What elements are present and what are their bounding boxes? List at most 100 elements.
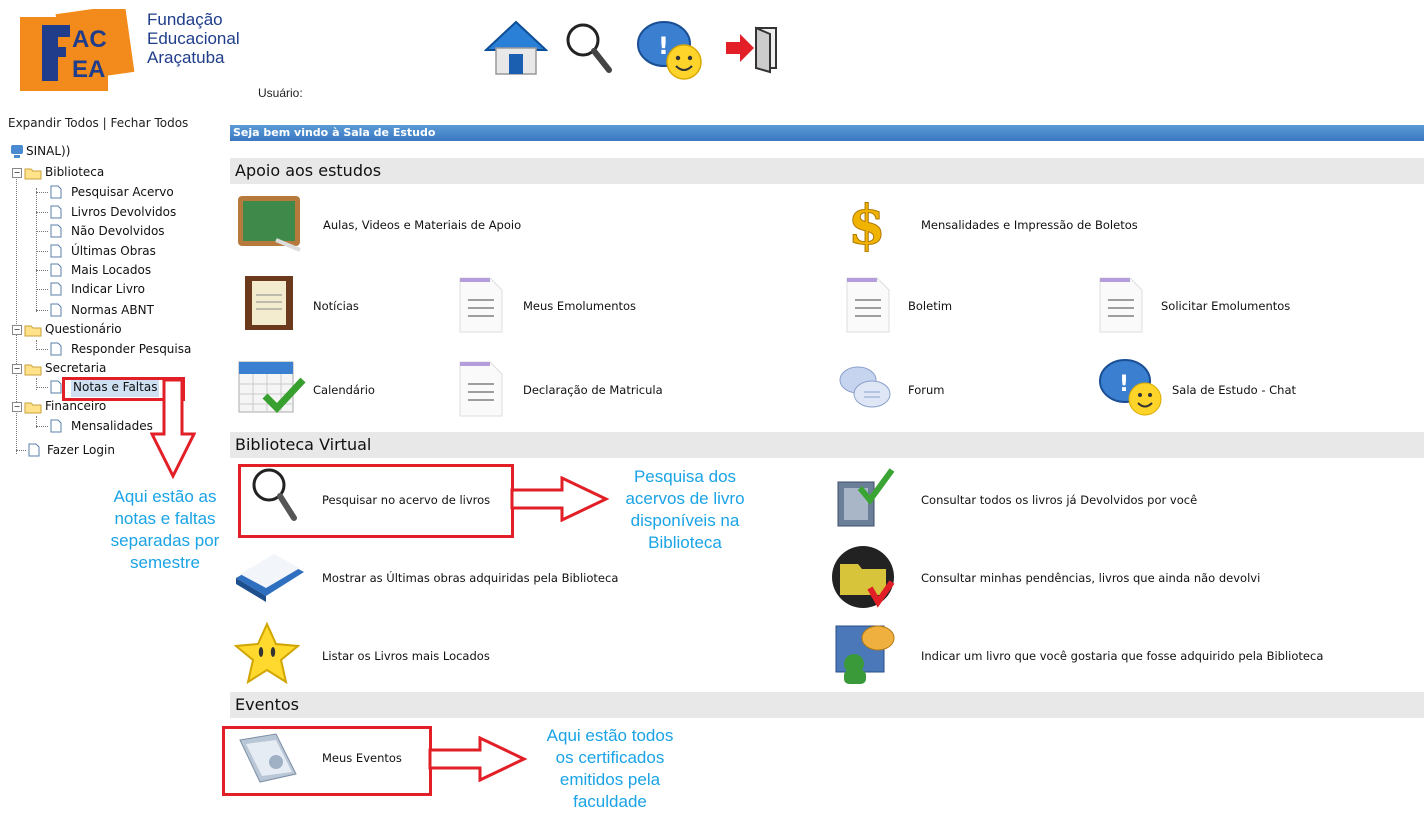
item-mais-locados-label[interactable]: Listar os Livros mais Locados (322, 649, 490, 663)
note-eventos: Aqui estão todos os certificados emitido… (525, 725, 695, 813)
page-icon (50, 224, 62, 238)
tree-controls: Expandir Todos | Fechar Todos (8, 116, 188, 130)
welcome-banner: Seja bem vindo à Sala de Estudo (230, 125, 1424, 141)
logout-icon[interactable] (722, 18, 782, 78)
folder-icon (24, 325, 42, 337)
tree-label-normas-abnt: Normas ABNT (71, 303, 154, 317)
computer-icon (11, 145, 23, 158)
note-notas-faltas: Aqui estão as notas e faltas separadas p… (90, 486, 240, 574)
logo-ac-text: AC (72, 26, 107, 53)
item-livros-devolvidos-label[interactable]: Consultar todos os livros já Devolvidos … (921, 493, 1197, 507)
search-icon[interactable] (563, 18, 613, 78)
note-notas-line-3: separadas por (110, 531, 220, 550)
item-mensalidades-label[interactable]: Mensalidades e Impressão de Boletos (921, 218, 1138, 232)
org-name-line-3: Araçatuba (147, 48, 225, 67)
tree-label-pesquisar-acervo: Pesquisar Acervo (71, 185, 174, 199)
tree-label-secretaria: Secretaria (45, 361, 107, 375)
close-all-link[interactable]: Fechar Todos (111, 116, 189, 130)
note-notas-line-2: notas e faltas (114, 509, 216, 528)
note-pesquisa-line-2: acervos de livro (625, 489, 745, 508)
tree-label-nao-devolvidos: Não Devolvidos (71, 224, 165, 238)
tree-label-mensalidades: Mensalidades (71, 419, 153, 433)
forum-icon[interactable] (836, 362, 894, 414)
user-label: Usuário: (258, 86, 303, 100)
dollar-icon[interactable]: $ (844, 193, 887, 258)
item-ultimas-obras-label[interactable]: Mostrar as Últimas obras adquiridas pela… (322, 571, 618, 585)
item-pendencias-label[interactable]: Consultar minhas pendências, livros que … (921, 571, 1260, 585)
page-icon (50, 185, 62, 199)
folder-icon (24, 402, 42, 414)
collapse-icon[interactable]: − (12, 402, 22, 412)
expand-all-link[interactable]: Expandir Todos (8, 116, 99, 130)
note-pesquisa-line-3: disponíveis na (630, 511, 740, 530)
document-icon[interactable] (458, 360, 504, 418)
chalkboard-icon[interactable] (236, 192, 304, 254)
calendar-icon[interactable] (237, 358, 307, 416)
item-forum-label[interactable]: Forum (908, 383, 944, 397)
page-icon (50, 380, 62, 394)
svg-text:$: $ (848, 194, 884, 252)
right-arrow (510, 475, 610, 526)
tree-label-indicar-livro: Indicar Livro (71, 282, 145, 296)
tree-root-label: SINAL)) (26, 144, 71, 158)
page-icon (50, 282, 62, 296)
item-solicitar-emolumentos-label[interactable]: Solicitar Emolumentos (1161, 299, 1290, 313)
item-indicar-livro-label[interactable]: Indicar um livro que você gostaria que f… (921, 649, 1323, 663)
org-name: Fundação Educacional Araçatuba (147, 10, 240, 67)
page-icon (28, 443, 40, 457)
page-icon (50, 244, 62, 258)
books-icon[interactable] (234, 548, 306, 604)
page-icon (50, 205, 62, 219)
note-eventos-line-4: faculdade (573, 792, 647, 811)
svg-text:!: ! (658, 32, 669, 60)
collapse-icon[interactable]: − (12, 364, 22, 374)
item-chat-label[interactable]: Sala de Estudo - Chat (1172, 383, 1296, 397)
page-icon (50, 342, 62, 356)
star-icon[interactable] (233, 621, 301, 685)
tree-label-fazer-login: Fazer Login (47, 443, 115, 457)
chat-smiley-icon[interactable]: ! (1098, 356, 1164, 418)
tree-label-livros-devolvidos: Livros Devolvidos (71, 205, 177, 219)
home-icon[interactable] (483, 18, 549, 78)
folder-icon (24, 364, 42, 376)
document-icon[interactable] (458, 276, 504, 334)
page-icon (50, 303, 62, 317)
collapse-icon[interactable]: − (12, 325, 22, 335)
section-biblioteca-virtual: Biblioteca Virtual (230, 432, 1424, 458)
tree-label-responder-pesquisa: Responder Pesquisa (71, 342, 192, 356)
facea-logo: AC EA (20, 4, 144, 93)
item-declaracao-label[interactable]: Declaração de Matricula (523, 383, 663, 397)
highlight-box-pesquisar (238, 464, 514, 538)
note-eventos-line-3: emitidos pela (559, 770, 661, 789)
item-meus-emolumentos-label[interactable]: Meus Emolumentos (523, 299, 636, 313)
item-noticias-label[interactable]: Notícias (313, 299, 359, 313)
document-icon[interactable] (845, 276, 891, 334)
pending-folder-icon[interactable] (830, 544, 896, 610)
tree-label-biblioteca: Biblioteca (45, 165, 105, 179)
tree-label-questionario: Questionário (45, 322, 122, 336)
collapse-icon[interactable]: − (12, 168, 22, 178)
document-icon[interactable] (1098, 276, 1144, 334)
highlight-box-eventos (222, 726, 432, 796)
org-name-line-2: Educacional (147, 29, 240, 48)
page-icon (50, 263, 62, 277)
tree-controls-separator: | (102, 116, 107, 130)
item-calendario-label[interactable]: Calendário (313, 383, 375, 397)
note-eventos-line-1: Aqui estão todos (546, 726, 674, 745)
item-boletim-label[interactable]: Boletim (908, 299, 952, 313)
note-pesquisa: Pesquisa dos acervos de livro disponívei… (605, 466, 765, 554)
page-icon (50, 419, 62, 433)
tree-label-mais-locados: Mais Locados (71, 263, 152, 277)
notes-board-icon[interactable] (244, 275, 294, 331)
returned-books-icon[interactable] (834, 466, 896, 530)
folder-icon (24, 168, 42, 180)
note-eventos-line-2: os certificados (555, 748, 665, 767)
section-eventos: Eventos (230, 692, 1424, 718)
suggest-book-icon[interactable] (832, 620, 898, 686)
svg-text:!: ! (1119, 372, 1129, 397)
note-notas-line-1: Aqui estão as (113, 487, 217, 506)
chat-icon[interactable]: ! (636, 18, 704, 80)
org-name-line-1: Fundação (147, 10, 223, 29)
logo-ea-text: EA (72, 56, 105, 83)
item-aulas-label[interactable]: Aulas, Videos e Materiais de Apoio (323, 218, 521, 232)
